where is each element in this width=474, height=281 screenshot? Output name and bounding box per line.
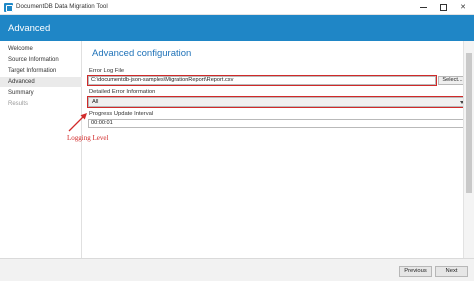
progress-interval-label: Progress Update Interval <box>89 111 154 117</box>
next-button[interactable]: Next <box>435 266 468 277</box>
page-title: Advanced <box>8 23 51 34</box>
detailed-error-label: Detailed Error Information <box>89 89 156 95</box>
error-log-label: Error Log File <box>89 68 125 74</box>
progress-interval-input[interactable]: 00:00:01 <box>88 119 468 128</box>
title-bar: DocumentDB Data Migration Tool ✕ <box>0 0 474 15</box>
footer-bar: Previous Next <box>0 258 474 281</box>
sidebar-item-target-information[interactable]: Target Information <box>0 66 82 76</box>
minimize-icon <box>419 6 427 8</box>
detailed-error-select[interactable]: All <box>88 97 468 107</box>
annotation-arrow-icon <box>68 113 87 132</box>
detailed-error-value: All <box>92 99 99 105</box>
minimize-button[interactable] <box>414 1 432 13</box>
window-title: DocumentDB Data Migration Tool <box>16 3 108 10</box>
sidebar-item-summary[interactable]: Summary <box>0 88 82 98</box>
previous-button[interactable]: Previous <box>399 266 432 277</box>
section-title: Advanced configuration <box>92 48 192 59</box>
sidebar-item-advanced[interactable]: Advanced <box>0 77 82 87</box>
close-button[interactable]: ✕ <box>454 1 472 13</box>
vertical-scrollbar[interactable] <box>463 41 474 258</box>
annotation-label: Logging Level <box>67 134 109 142</box>
maximize-icon <box>439 3 447 11</box>
sidebar: Welcome Source Information Target Inform… <box>0 41 82 258</box>
error-log-input[interactable]: C:\documentdb-json-samples\MigrationRepo… <box>88 76 436 85</box>
maximize-button[interactable] <box>434 1 452 13</box>
scrollbar-thumb[interactable] <box>466 53 472 193</box>
close-icon: ✕ <box>460 4 466 11</box>
sidebar-item-welcome[interactable]: Welcome <box>0 44 82 54</box>
sidebar-item-source-information[interactable]: Source Information <box>0 55 82 65</box>
sidebar-item-results: Results <box>8 101 29 107</box>
app-icon <box>4 3 13 12</box>
main-panel: Advanced configuration Error Log File C:… <box>83 41 474 258</box>
page-header: Advanced <box>0 15 474 41</box>
